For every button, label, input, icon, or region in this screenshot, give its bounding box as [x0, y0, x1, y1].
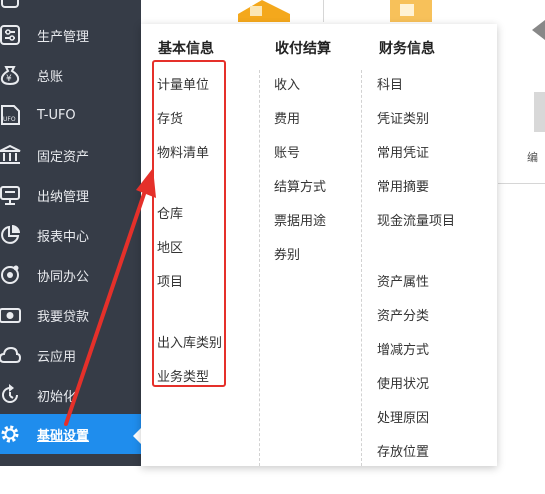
sliders-icon — [0, 23, 22, 47]
sidebar-item-label: 云应用 — [37, 349, 77, 365]
sidebar-item-tufo[interactable]: UFO T-UFO — [0, 95, 141, 135]
sidebar-item-cashier[interactable]: 出纳管理 — [0, 175, 141, 215]
menu-item-voucher-category[interactable]: 凭证类别 — [377, 108, 429, 127]
sidebar-item-cloud-apps[interactable]: 云应用 — [0, 335, 141, 375]
cloud-icon — [0, 343, 22, 367]
svg-text:¥: ¥ — [6, 74, 12, 84]
highlight-box — [152, 60, 226, 387]
sidebar-item-label: 生产管理 — [37, 29, 90, 45]
gear-icon — [0, 422, 22, 446]
menu-item-settlement-method[interactable]: 结算方式 — [274, 176, 326, 195]
column-title-settlement: 收付结算 — [275, 41, 331, 57]
sidebar-item-label: 我要贷款 — [37, 309, 90, 325]
menu-item-storage-location[interactable]: 存放位置 — [377, 441, 429, 460]
sidebar-item-reports[interactable]: 报表中心 — [0, 215, 141, 255]
svg-text:UFO: UFO — [3, 116, 16, 123]
column-divider — [361, 70, 362, 466]
menu-item-usage-status[interactable]: 使用状况 — [377, 373, 429, 392]
background-divider — [498, 183, 545, 184]
bank-icon — [0, 143, 22, 167]
menu-item-income[interactable]: 收入 — [274, 74, 300, 93]
sidebar-item-label: 总账 — [37, 69, 64, 85]
menu-item-disposal-reason[interactable]: 处理原因 — [377, 407, 429, 426]
sidebar-item-basic-settings[interactable]: 基础设置 — [0, 414, 141, 454]
sidebar-item-collab[interactable]: 协同办公 — [0, 255, 141, 295]
menu-item-change-method[interactable]: 增减方式 — [377, 339, 429, 358]
sidebar-item-label: 基础设置 — [37, 428, 90, 444]
background-label: 编 — [527, 151, 538, 164]
menu-item-asset-attribute[interactable]: 资产属性 — [377, 271, 429, 290]
column-divider — [259, 70, 260, 466]
menu-item-account[interactable]: 账号 — [274, 142, 300, 161]
menu-item-common-summary[interactable]: 常用摘要 — [377, 176, 429, 195]
collab-icon — [0, 263, 22, 287]
sidebar-item-label: 固定资产 — [37, 149, 90, 165]
column-title-finance: 财务信息 — [379, 41, 435, 57]
sidebar-item-init[interactable]: 初始化 — [0, 375, 141, 415]
menu-item-bill-usage[interactable]: 票据用途 — [274, 210, 326, 229]
menu-item-subject[interactable]: 科目 — [377, 74, 403, 93]
menu-item-common-voucher[interactable]: 常用凭证 — [377, 142, 429, 161]
ufo-doc-icon: UFO — [0, 103, 22, 127]
sidebar-item-ledger[interactable]: ¥ 总账 — [0, 55, 141, 95]
pie-chart-icon — [0, 223, 22, 247]
sidebar-item-fixed-assets[interactable]: 固定资产 — [0, 135, 141, 175]
cashier-icon — [0, 183, 22, 207]
sidebar-item-label: 报表中心 — [37, 229, 90, 245]
partial-icon — [0, 0, 22, 12]
sidebar-item-label: T-UFO — [37, 107, 76, 123]
sidebar-item-label: 协同办公 — [37, 269, 90, 285]
sidebar-item-partial-bottom[interactable] — [0, 454, 141, 494]
refresh-icon — [0, 383, 22, 407]
loan-icon — [0, 303, 22, 327]
sidebar-item-production[interactable]: 生产管理 — [0, 15, 141, 55]
sidebar-item-label: 初始化 — [37, 389, 77, 405]
menu-item-asset-category[interactable]: 资产分类 — [377, 305, 429, 324]
sidebar: 生产管理 ¥ 总账 UFO T-UFO 固定资产 出纳管理 报表中心 协同办公 … — [0, 0, 141, 466]
menu-item-denomination[interactable]: 券别 — [274, 244, 300, 263]
background-divider — [323, 0, 324, 22]
sidebar-item-label: 出纳管理 — [37, 189, 90, 205]
money-bag-icon: ¥ — [0, 63, 22, 87]
menu-item-cash-flow[interactable]: 现金流量项目 — [377, 210, 455, 229]
sidebar-item-loan[interactable]: 我要贷款 — [0, 295, 141, 335]
column-title-basic-info: 基本信息 — [158, 41, 214, 57]
menu-item-expense[interactable]: 费用 — [274, 108, 300, 127]
